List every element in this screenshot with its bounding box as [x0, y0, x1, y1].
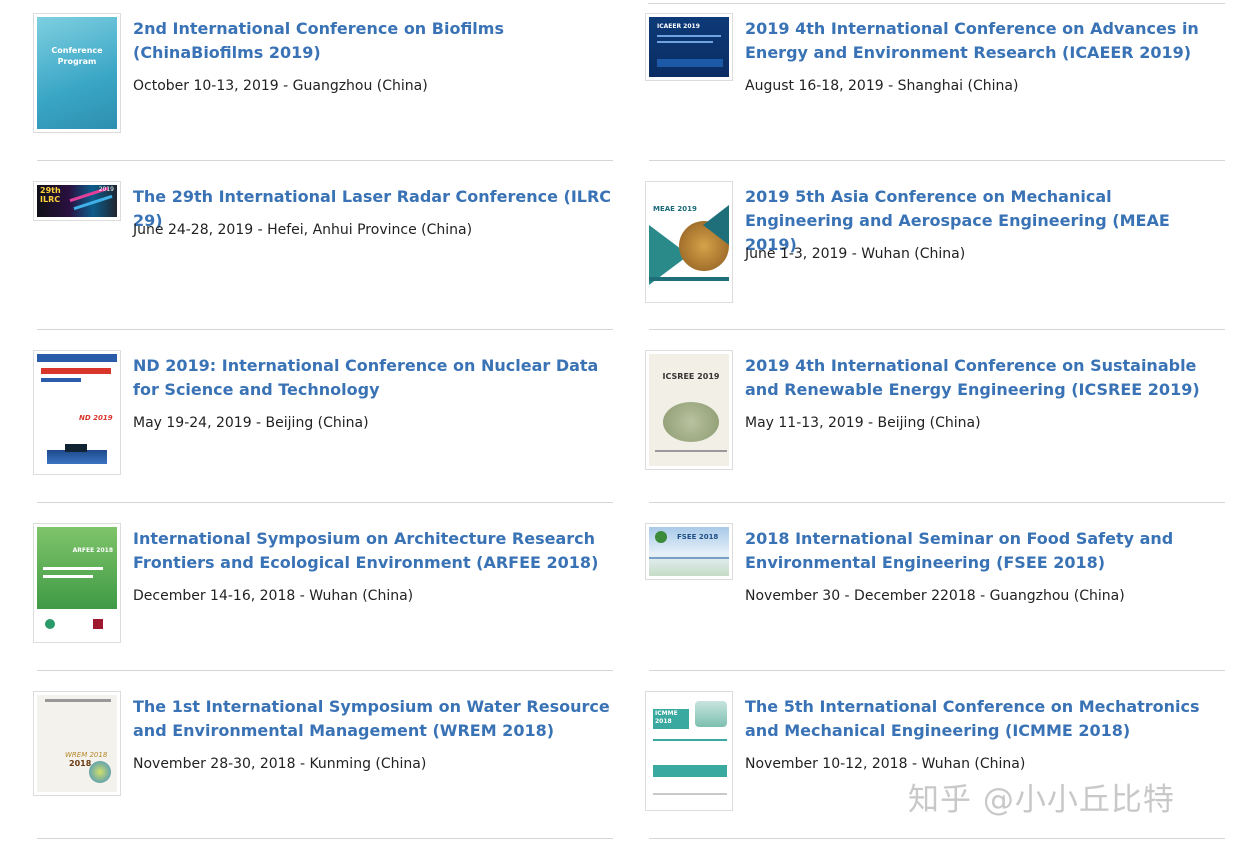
thumb-label: ND 2019 [79, 414, 113, 422]
thumb-label: ICSREE 2019 [662, 372, 720, 381]
thumb-label: ARFEE 2018 [72, 547, 113, 554]
conference-date: November 28-30, 2018 - Kunming (China) [133, 756, 427, 772]
conference-date: August 16-18, 2019 - Shanghai (China) [745, 78, 1019, 94]
conference-card: Conference Program 2nd International Con… [33, 13, 623, 163]
conference-date: November 30 - December 22018 - Guangzhou… [745, 588, 1125, 604]
conference-date: June 1-3, 2019 - Wuhan (China) [745, 246, 966, 262]
thumb-label: Conference [51, 46, 103, 55]
conference-title-link[interactable]: The 1st International Symposium on Water… [133, 695, 613, 743]
conference-card: ND 2019 ND 2019: International Conferenc… [33, 350, 623, 500]
conference-thumbnail[interactable]: 29th ILRC 2019 [33, 181, 121, 221]
conference-card: MEAE 2019 2019 5th Asia Conference on Me… [645, 181, 1235, 331]
conference-thumbnail[interactable]: ICSREE 2019 [645, 350, 733, 470]
divider [648, 3, 1225, 4]
conference-thumbnail[interactable]: WREM 2018 2018 [33, 691, 121, 796]
conference-date: June 24-28, 2019 - Hefei, Anhui Province… [133, 222, 473, 238]
conference-date: May 11-13, 2019 - Beijing (China) [745, 415, 981, 431]
conference-card: 29th ILRC 2019 The 29th International La… [33, 181, 623, 331]
thumb-label: 29th [40, 186, 61, 195]
conference-card: FSEE 2018 2018 International Seminar on … [645, 523, 1235, 673]
conference-title-link[interactable]: ND 2019: International Conference on Nuc… [133, 354, 613, 402]
divider [37, 160, 613, 161]
divider [649, 838, 1225, 839]
thumb-label: ICAEER 2019 [657, 23, 700, 30]
divider [649, 502, 1225, 503]
conference-thumbnail[interactable]: ARFEE 2018 [33, 523, 121, 643]
conference-title-link[interactable]: The 5th International Conference on Mech… [745, 695, 1225, 743]
conference-thumbnail[interactable]: MEAE 2019 [645, 181, 733, 303]
thumb-label: MEAE 2019 [653, 205, 697, 213]
divider [37, 670, 613, 671]
thumb-label: 2018 [69, 759, 92, 768]
conference-thumbnail[interactable]: ND 2019 [33, 350, 121, 475]
thumb-label: FSEE 2018 [677, 533, 719, 541]
conference-title-link[interactable]: 2018 International Seminar on Food Safet… [745, 527, 1225, 575]
conference-date: October 10-13, 2019 - Guangzhou (China) [133, 78, 428, 94]
conference-thumbnail[interactable]: ICMME 2018 [645, 691, 733, 811]
divider [37, 329, 613, 330]
conference-date: November 10-12, 2018 - Wuhan (China) [745, 756, 1026, 772]
divider [649, 160, 1225, 161]
thumb-label: ICMME [655, 710, 678, 717]
divider [37, 838, 613, 839]
conference-list-page: Conference Program 2nd International Con… [0, 0, 1242, 844]
conference-thumbnail[interactable]: FSEE 2018 [645, 523, 733, 580]
conference-card: WREM 2018 2018 The 1st International Sym… [33, 691, 623, 841]
divider [37, 502, 613, 503]
conference-card: ARFEE 2018 International Symposium on Ar… [33, 523, 623, 673]
conference-title-link[interactable]: International Symposium on Architecture … [133, 527, 613, 575]
conference-card: ICAEER 2019 2019 4th International Confe… [645, 13, 1235, 163]
thumb-label: 2018 [655, 718, 672, 725]
conference-card: ICSREE 2019 2019 4th International Confe… [645, 350, 1235, 500]
conference-date: December 14-16, 2018 - Wuhan (China) [133, 588, 414, 604]
conference-title-link[interactable]: 2nd International Conference on Biofilms… [133, 17, 613, 65]
divider [649, 670, 1225, 671]
conference-thumbnail[interactable]: ICAEER 2019 [645, 13, 733, 81]
thumb-label: Program [57, 57, 97, 66]
thumb-label: WREM 2018 [65, 751, 108, 759]
conference-title-link[interactable]: 2019 4th International Conference on Sus… [745, 354, 1225, 402]
thumb-label: ILRC [40, 195, 61, 204]
divider [649, 329, 1225, 330]
conference-title-link[interactable]: 2019 4th International Conference on Adv… [745, 17, 1225, 65]
watermark: 知乎 @小小丘比特 [908, 782, 1175, 818]
thumb-label: 2019 [98, 186, 114, 193]
conference-date: May 19-24, 2019 - Beijing (China) [133, 415, 369, 431]
conference-thumbnail[interactable]: Conference Program [33, 13, 121, 133]
